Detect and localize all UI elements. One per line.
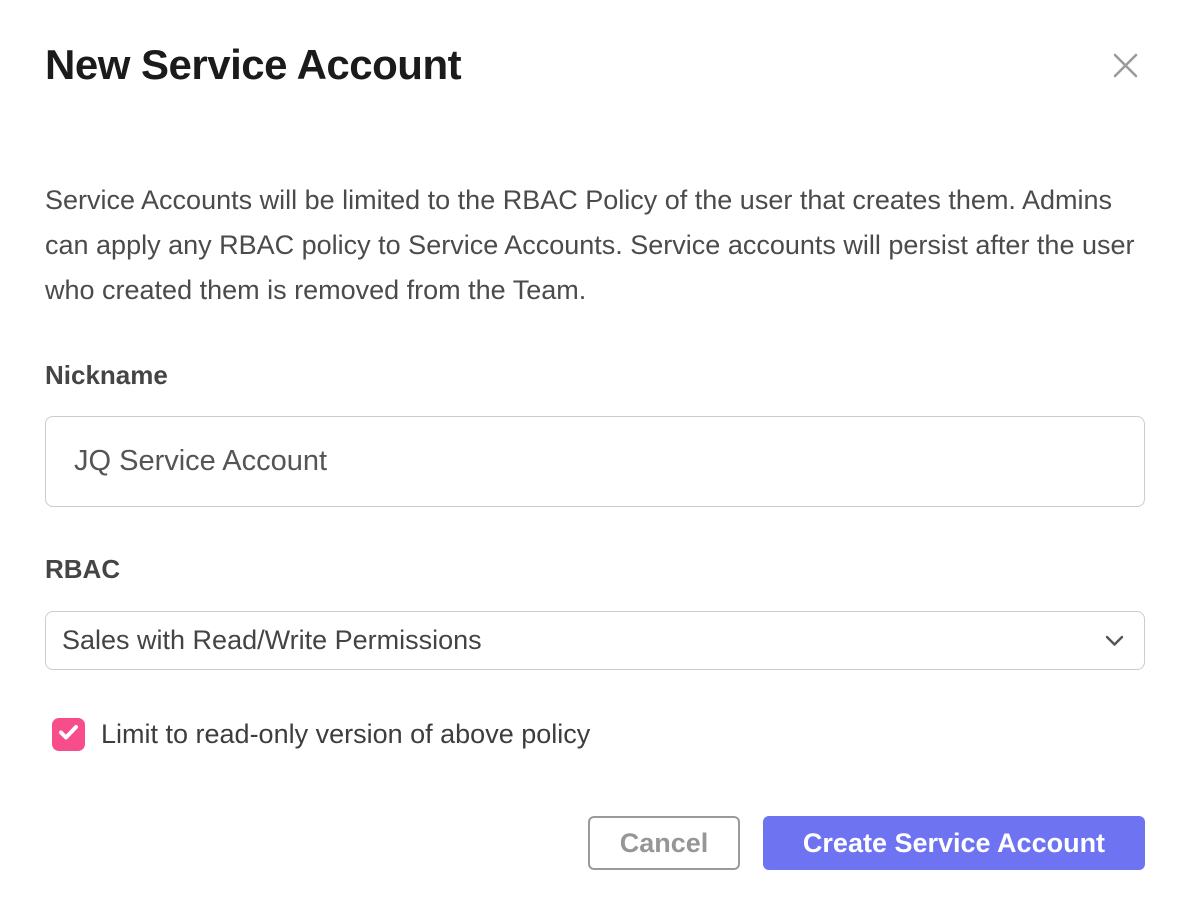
nickname-label: Nickname: [45, 360, 1145, 391]
read-only-checkbox-label: Limit to read-only version of above poli…: [101, 719, 590, 750]
nickname-input[interactable]: [45, 416, 1145, 507]
create-service-account-button[interactable]: Create Service Account: [763, 816, 1145, 870]
rbac-select[interactable]: Sales with Read/Write Permissions: [45, 611, 1145, 670]
modal-description: Service Accounts will be limited to the …: [45, 178, 1145, 313]
read-only-checkbox[interactable]: [52, 718, 85, 751]
chevron-down-icon: [1105, 635, 1124, 647]
checkmark-icon: [58, 724, 79, 746]
close-button[interactable]: [1106, 46, 1145, 85]
modal-title: New Service Account: [45, 40, 461, 90]
cancel-button[interactable]: Cancel: [588, 816, 740, 870]
modal-footer: Cancel Create Service Account: [45, 816, 1145, 870]
read-only-checkbox-row[interactable]: Limit to read-only version of above poli…: [45, 718, 1145, 751]
new-service-account-modal: New Service Account Service Accounts wil…: [0, 0, 1190, 904]
rbac-label: RBAC: [45, 554, 1145, 585]
modal-header: New Service Account: [45, 0, 1145, 90]
rbac-selected-value: Sales with Read/Write Permissions: [62, 625, 482, 656]
close-icon: [1112, 67, 1139, 82]
